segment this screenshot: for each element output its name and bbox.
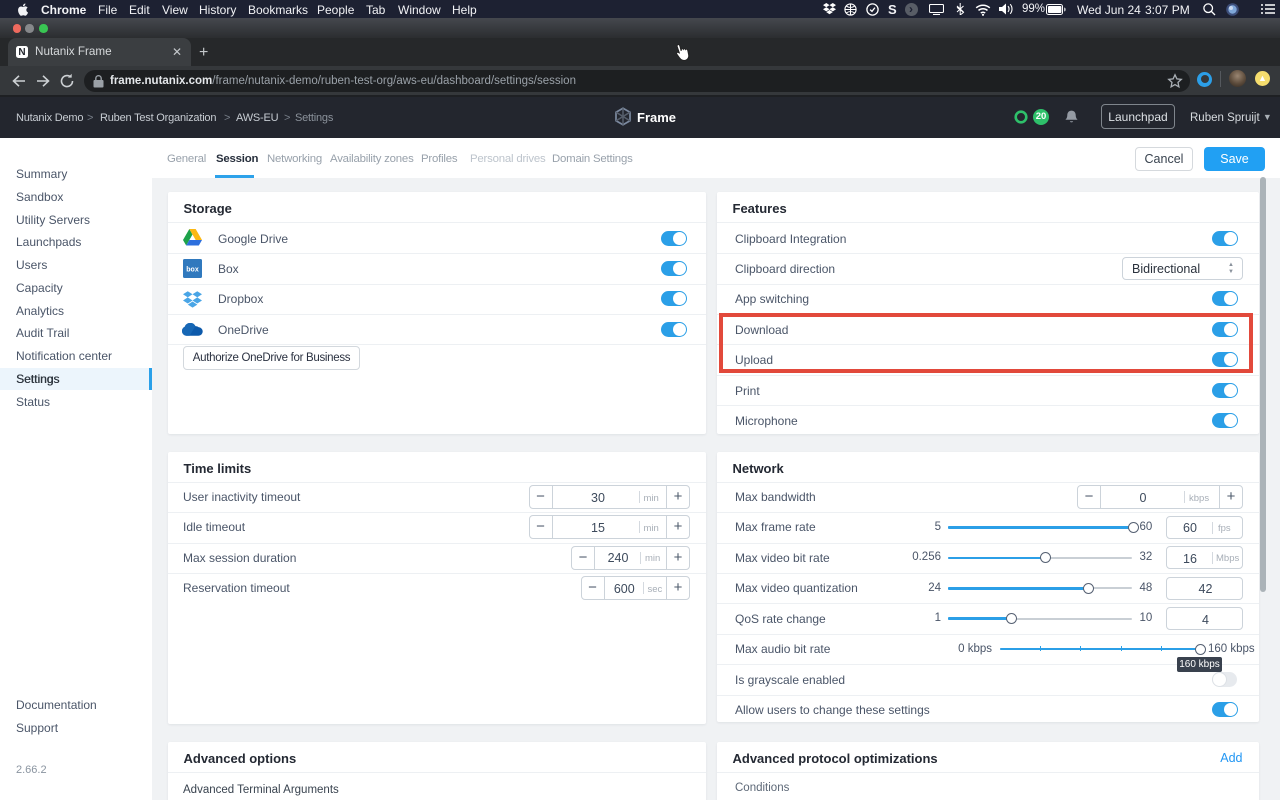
svg-text:box: box — [186, 267, 199, 274]
